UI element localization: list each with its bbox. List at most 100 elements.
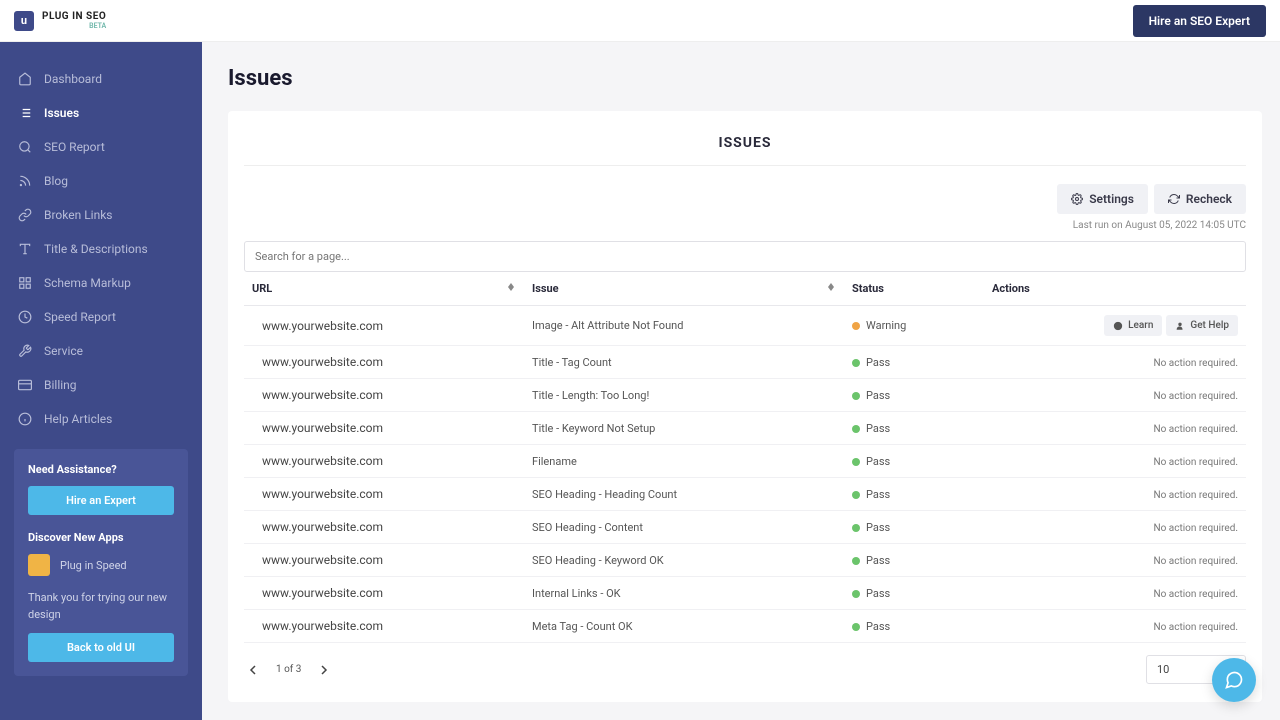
sidebar-item-speed-report[interactable]: Speed Report	[0, 300, 202, 334]
sidebar-item-label: Speed Report	[44, 310, 116, 324]
thanks-message: Thank you for trying our new design	[28, 590, 174, 623]
url-cell: www.yourwebsite.com	[244, 577, 524, 610]
prev-page-button[interactable]	[244, 661, 262, 679]
sidebar-item-label: Blog	[44, 174, 68, 188]
sidebar-item-label: Dashboard	[44, 72, 102, 86]
sidebar-item-help-articles[interactable]: Help Articles	[0, 402, 202, 436]
status-dot-icon	[852, 425, 860, 433]
actions-cell: No action required.	[984, 445, 1246, 478]
title-icon	[18, 242, 32, 256]
url-cell: www.yourwebsite.com	[244, 412, 524, 445]
status-dot-icon	[852, 359, 860, 367]
sidebar-item-label: Broken Links	[44, 208, 112, 222]
rss-icon	[18, 174, 32, 188]
page-title: Issues	[228, 66, 1262, 91]
settings-button[interactable]: Settings	[1057, 184, 1148, 214]
table-row: www.yourwebsite.comTitle - Length: Too L…	[244, 379, 1246, 412]
main-content: Issues ISSUES Settings Recheck Last run …	[202, 42, 1280, 720]
chevron-right-icon	[320, 665, 328, 675]
info-icon	[1113, 321, 1123, 331]
issues-table: URL Issue Status Actions www.yourwebsite…	[244, 272, 1246, 643]
status-dot-icon	[852, 623, 860, 631]
schema-icon	[18, 276, 32, 290]
speed-icon	[18, 310, 32, 324]
table-row: www.yourwebsite.comSEO Heading - Heading…	[244, 478, 1246, 511]
home-icon	[18, 72, 32, 86]
sidebar-item-title-descriptions[interactable]: Title & Descriptions	[0, 232, 202, 266]
table-row: www.yourwebsite.comTitle - Keyword Not S…	[244, 412, 1246, 445]
back-to-old-ui-button[interactable]: Back to old UI	[28, 633, 174, 662]
pager-info: 1 of 3	[276, 664, 301, 675]
issue-cell: SEO Heading - Heading Count	[524, 478, 844, 511]
actions-cell: No action required.	[984, 412, 1246, 445]
status-cell: Pass	[844, 511, 984, 544]
issue-cell: Title - Tag Count	[524, 346, 844, 379]
hire-expert-button[interactable]: Hire an SEO Expert	[1133, 5, 1266, 37]
hire-expert-sidebar-button[interactable]: Hire an Expert	[28, 486, 174, 515]
assistance-title: Need Assistance?	[28, 463, 174, 476]
discover-app-name: Plug in Speed	[60, 559, 127, 572]
sidebar-item-seo-report[interactable]: SEO Report	[0, 130, 202, 164]
last-run-text: Last run on August 05, 2022 14:05 UTC	[244, 220, 1246, 231]
status-dot-icon	[852, 392, 860, 400]
url-cell: www.yourwebsite.com	[244, 445, 524, 478]
discover-app-row[interactable]: Plug in Speed	[28, 554, 174, 576]
refresh-icon	[1168, 193, 1180, 205]
search-input[interactable]	[244, 241, 1246, 272]
actions-cell: No action required.	[984, 577, 1246, 610]
no-action-text: No action required.	[1153, 589, 1238, 600]
sidebar-item-label: Help Articles	[44, 412, 112, 426]
list-icon	[18, 106, 32, 120]
sidebar-item-label: Billing	[44, 378, 77, 392]
user-icon	[1175, 321, 1185, 331]
discover-title: Discover New Apps	[28, 531, 174, 544]
assistance-card: Need Assistance? Hire an Expert Discover…	[14, 449, 188, 676]
next-page-button[interactable]	[315, 661, 333, 679]
actions-cell: No action required.	[984, 544, 1246, 577]
sidebar: Dashboard IssuesSEO Report Blog Broken Link…	[0, 42, 202, 720]
url-cell: www.yourwebsite.com	[244, 610, 524, 643]
sidebar-item-schema-markup[interactable]: Schema Markup	[0, 266, 202, 300]
table-row: www.yourwebsite.comTitle - Tag CountPass…	[244, 346, 1246, 379]
logo: u PLUG IN SEO BETA	[14, 11, 106, 31]
no-action-text: No action required.	[1153, 358, 1238, 369]
actions-cell: No action required.	[984, 610, 1246, 643]
sidebar-item-billing[interactable]: Billing	[0, 368, 202, 402]
actions-cell: No action required.	[984, 511, 1246, 544]
column-actions: Actions	[984, 272, 1246, 306]
issue-cell: Internal Links - OK	[524, 577, 844, 610]
help-icon	[18, 412, 32, 426]
no-action-text: No action required.	[1153, 523, 1238, 534]
issue-cell: Title - Keyword Not Setup	[524, 412, 844, 445]
logo-text: PLUG IN SEO	[42, 11, 106, 22]
sidebar-item-service[interactable]: Service	[0, 334, 202, 368]
logo-badge-icon: u	[14, 11, 34, 31]
actions-cell: No action required.	[984, 478, 1246, 511]
link-icon	[18, 208, 32, 222]
get-help-button[interactable]: Get Help	[1166, 315, 1238, 336]
status-cell: Warning	[844, 306, 984, 346]
no-action-text: No action required.	[1153, 490, 1238, 501]
sidebar-item-issues[interactable]: Issues	[0, 96, 202, 130]
issue-cell: SEO Heading - Content	[524, 511, 844, 544]
status-dot-icon	[852, 322, 860, 330]
column-url[interactable]: URL	[244, 272, 524, 306]
recheck-button[interactable]: Recheck	[1154, 184, 1246, 214]
url-cell: www.yourwebsite.com	[244, 544, 524, 577]
column-status[interactable]: Status	[844, 272, 984, 306]
learn-button[interactable]: Learn	[1104, 315, 1162, 336]
url-cell: www.yourwebsite.com	[244, 511, 524, 544]
sidebar-item-blog[interactable]: Blog	[0, 164, 202, 198]
url-cell: www.yourwebsite.com	[244, 306, 524, 346]
sidebar-item-broken-links[interactable]: Broken Links	[0, 198, 202, 232]
status-dot-icon	[852, 458, 860, 466]
chat-fab-button[interactable]	[1212, 658, 1256, 702]
no-action-text: No action required.	[1153, 556, 1238, 567]
sidebar-item-label: Title & Descriptions	[44, 242, 148, 256]
status-dot-icon	[852, 524, 860, 532]
column-issue[interactable]: Issue	[524, 272, 844, 306]
card-title: ISSUES	[244, 135, 1246, 151]
sidebar-item-dashboard[interactable]: Dashboard	[0, 62, 202, 96]
issue-cell: SEO Heading - Keyword OK	[524, 544, 844, 577]
status-dot-icon	[852, 557, 860, 565]
